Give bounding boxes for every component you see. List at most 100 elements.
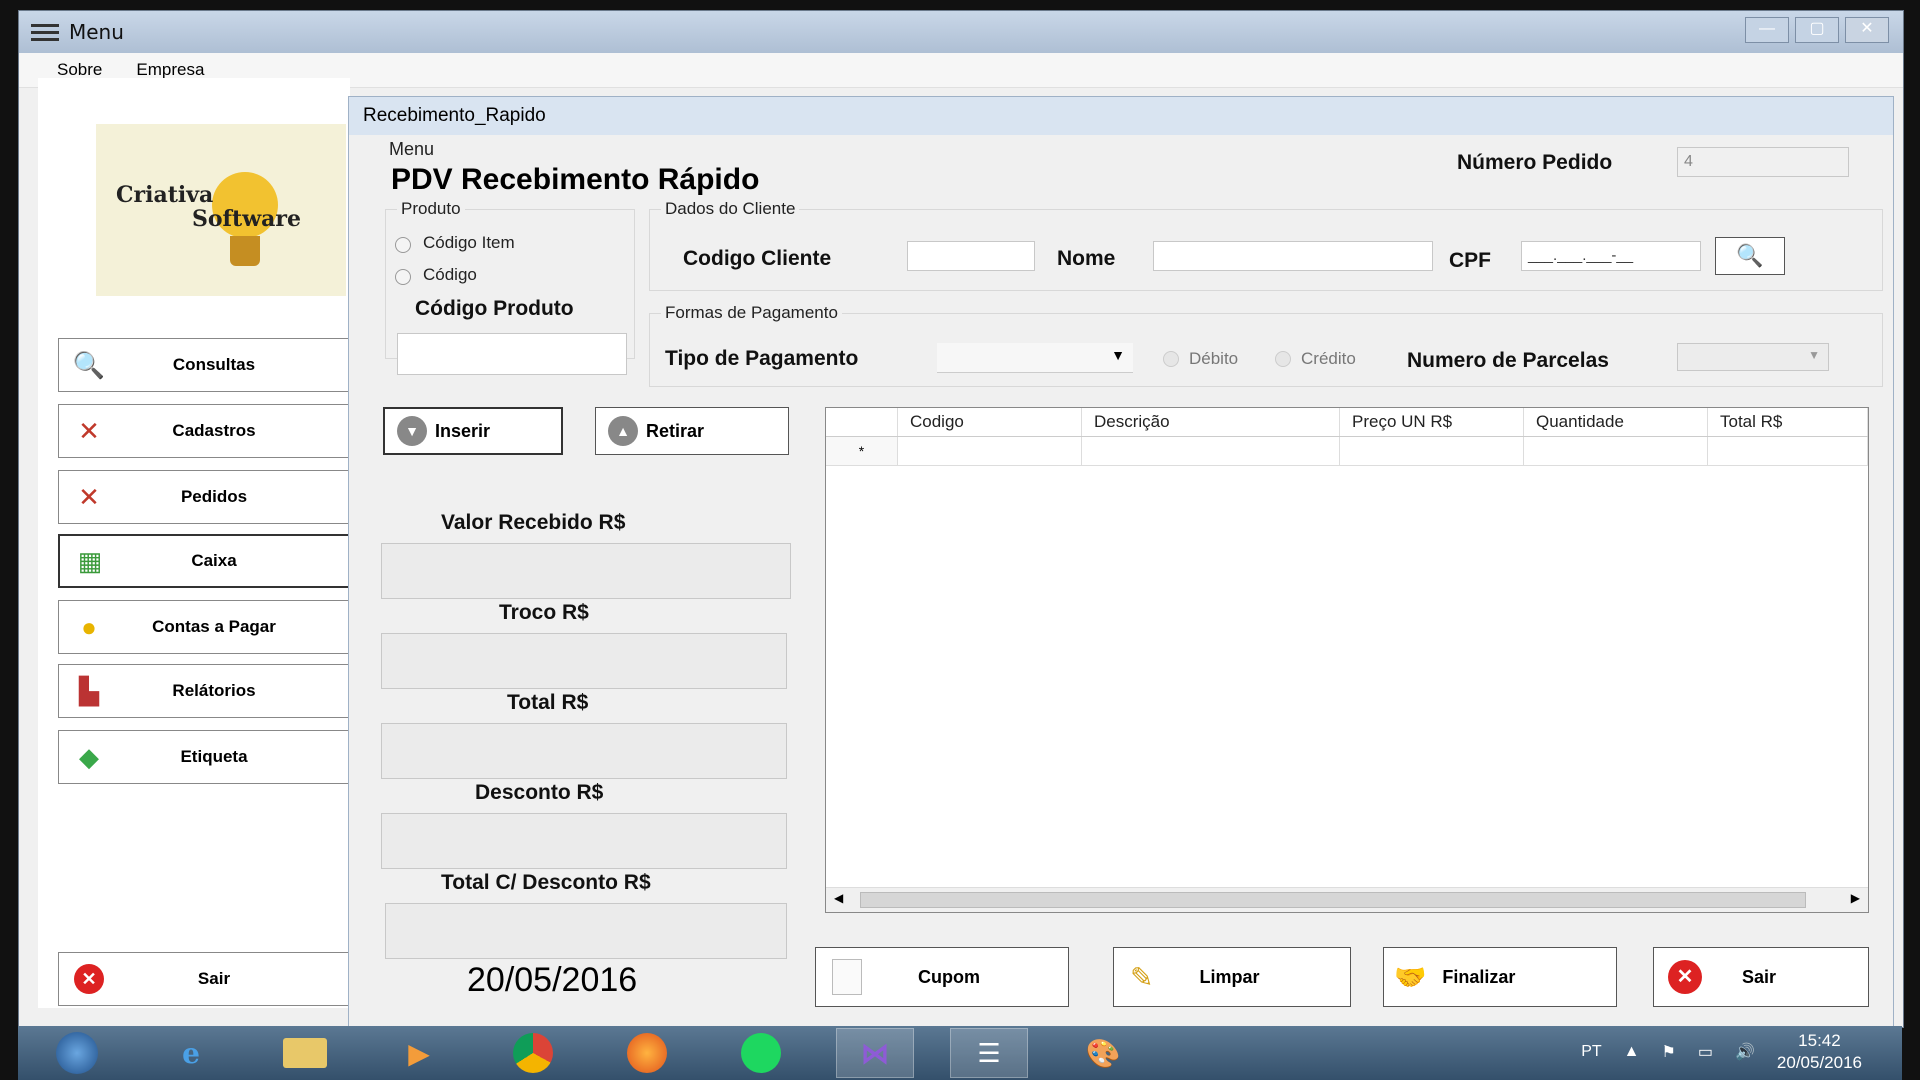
radio-credito[interactable] [1275, 351, 1291, 367]
total-field[interactable] [381, 723, 787, 779]
items-grid[interactable]: Codigo Descrição Preço UN R$ Quantidade … [825, 407, 1869, 913]
firefox-icon[interactable] [608, 1028, 686, 1078]
inserir-button[interactable]: ▼ Inserir [383, 407, 563, 455]
chevron-down-icon: ▼ [397, 416, 427, 446]
codigo-produto-input[interactable] [397, 333, 627, 375]
start-button[interactable] [38, 1028, 116, 1078]
limpar-button[interactable]: ✎ Limpar [1113, 947, 1351, 1007]
company-logo: Criativa Software [96, 124, 346, 296]
hamburger-icon[interactable] [31, 20, 59, 45]
volume-icon[interactable]: 🔊 [1735, 1042, 1755, 1062]
spotify-icon[interactable] [722, 1028, 800, 1078]
page-title: PDV Recebimento Rápido [391, 163, 760, 196]
menu-app-icon[interactable]: ☰ [950, 1028, 1028, 1078]
tipo-pagamento-select[interactable]: ▼ [937, 343, 1133, 373]
chrome-icon[interactable] [494, 1028, 572, 1078]
tools-icon: ✕ [78, 481, 100, 512]
internet-explorer-icon[interactable]: e [152, 1028, 230, 1078]
radio-credito-label: Crédito [1301, 349, 1356, 368]
media-player-icon[interactable]: ▶ [380, 1028, 458, 1078]
minimize-button[interactable]: — [1745, 17, 1789, 43]
search-icon: 🔍 [1736, 243, 1764, 268]
magnifier-icon: 🔍 [72, 349, 106, 380]
nav-cadastros-button[interactable]: ✕ Cadastros [58, 404, 350, 458]
grid-new-row-marker: * [826, 437, 898, 465]
grid-horizontal-scrollbar[interactable]: ◀ ▶ [826, 887, 1868, 912]
coin-icon: ● [81, 611, 97, 642]
nome-input[interactable] [1153, 241, 1433, 271]
system-tray: PT ▲ ⚑ ▭ 🔊 15:42 20/05/2016 [1581, 1030, 1862, 1074]
taskbar: e ▶ ⋈ ☰ 🎨 PT ▲ ⚑ ▭ 🔊 15:42 20/05/2016 [18, 1026, 1902, 1080]
cupom-button[interactable]: Cupom [815, 947, 1069, 1007]
menu-empresa[interactable]: Empresa [136, 60, 204, 80]
chevron-down-icon: ▼ [1808, 348, 1820, 362]
codigo-produto-label: Código Produto [415, 297, 574, 320]
total-label: Total R$ [507, 691, 589, 714]
chevron-left-icon[interactable]: ◀ [834, 891, 843, 905]
pagamento-group-label: Formas de Pagamento [661, 303, 842, 323]
numero-pedido-label: Número Pedido [1457, 151, 1613, 174]
radio-codigo-item[interactable] [395, 237, 411, 253]
nav-caixa-button[interactable]: ▦ Caixa [58, 534, 350, 588]
visual-studio-icon[interactable]: ⋈ [836, 1028, 914, 1078]
menu-sobre[interactable]: Sobre [57, 60, 102, 80]
close-button[interactable]: ✕ [1845, 17, 1889, 43]
tag-icon: ◆ [79, 741, 99, 772]
total-desconto-label: Total C/ Desconto R$ [441, 871, 651, 894]
total-desconto-field[interactable] [385, 903, 787, 959]
grid-col-preco[interactable]: Preço UN R$ [1340, 408, 1524, 436]
maximize-button[interactable]: ▢ [1795, 17, 1839, 43]
troco-label: Troco R$ [499, 601, 589, 624]
nav-relatorios-button[interactable]: ▙ Relátorios [58, 664, 350, 718]
paint-icon[interactable]: 🎨 [1064, 1028, 1142, 1078]
cpf-label: CPF [1449, 249, 1491, 272]
desconto-field[interactable] [381, 813, 787, 869]
chevron-up-icon: ▲ [608, 416, 638, 446]
nav-contas-pagar-button[interactable]: ● Contas a Pagar [58, 600, 350, 654]
nav-consultas-button[interactable]: 🔍 Consultas [58, 338, 350, 392]
chevron-right-icon[interactable]: ▶ [1851, 891, 1860, 905]
radio-codigo[interactable] [395, 269, 411, 285]
codigo-cliente-input[interactable] [907, 241, 1035, 271]
radio-debito[interactable] [1163, 351, 1179, 367]
grid-header: Codigo Descrição Preço UN R$ Quantidade … [826, 408, 1868, 437]
flag-icon[interactable]: ⚑ [1662, 1042, 1676, 1062]
finalizar-button[interactable]: 🤝 Finalizar [1383, 947, 1617, 1007]
valor-recebido-field[interactable] [381, 543, 791, 599]
troco-field[interactable] [381, 633, 787, 689]
codigo-cliente-label: Codigo Cliente [683, 247, 832, 270]
cpf-input[interactable]: ___.___.___-__ [1521, 241, 1701, 271]
recebimento-window: Recebimento_Rapido Menu PDV Recebimento … [348, 96, 1894, 1028]
nome-label: Nome [1057, 247, 1116, 270]
grid-col-total[interactable]: Total R$ [1708, 408, 1868, 436]
recebimento-body: Menu PDV Recebimento Rápido Número Pedid… [363, 137, 1885, 1021]
chevron-down-icon: ▼ [1111, 347, 1125, 363]
broom-icon: ✎ [1130, 961, 1154, 993]
search-cliente-button[interactable]: 🔍 [1715, 237, 1785, 275]
table-row[interactable]: * [826, 437, 1868, 466]
nav-pedidos-button[interactable]: ✕ Pedidos [58, 470, 350, 524]
exit-icon: ✕ [69, 961, 109, 997]
grid-col-descricao[interactable]: Descrição [1082, 408, 1340, 436]
grid-col-codigo[interactable]: Codigo [898, 408, 1082, 436]
parcelas-label: Numero de Parcelas [1407, 349, 1609, 372]
numero-pedido-field[interactable]: 4 [1677, 147, 1849, 177]
parcelas-select[interactable]: ▼ [1677, 343, 1829, 371]
network-icon[interactable]: ▭ [1698, 1042, 1713, 1062]
nav-etiqueta-button[interactable]: ◆ Etiqueta [58, 730, 350, 784]
receipt-icon [832, 959, 862, 995]
language-indicator[interactable]: PT [1581, 1043, 1601, 1061]
current-date: 20/05/2016 [467, 961, 638, 999]
taskbar-clock[interactable]: 15:42 20/05/2016 [1777, 1030, 1862, 1074]
file-explorer-icon[interactable] [266, 1028, 344, 1078]
valor-recebido-label: Valor Recebido R$ [441, 511, 626, 534]
inner-menu[interactable]: Menu [389, 139, 434, 160]
scrollbar-thumb[interactable] [860, 892, 1806, 908]
retirar-button[interactable]: ▲ Retirar [595, 407, 789, 455]
sair-button[interactable]: ✕ Sair [1653, 947, 1869, 1007]
grid-col-quantidade[interactable]: Quantidade [1524, 408, 1708, 436]
nav-sair-button[interactable]: ✕ Sair [58, 952, 350, 1006]
cliente-group-label: Dados do Cliente [661, 199, 800, 219]
main-window-titlebar: Menu — ▢ ✕ [19, 11, 1903, 53]
chevron-up-icon[interactable]: ▲ [1624, 1043, 1640, 1061]
